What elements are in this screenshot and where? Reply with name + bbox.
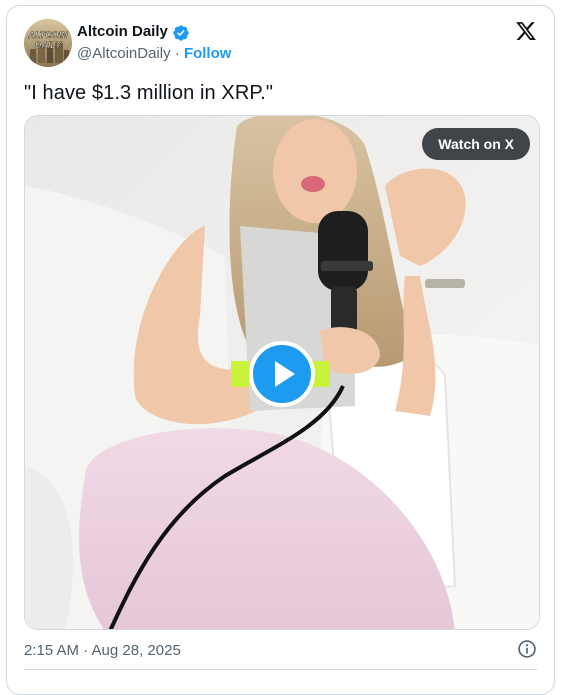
avatar-image: ALTCOIN DAILY: [24, 19, 72, 67]
x-logo-icon[interactable]: [515, 20, 537, 42]
svg-text:DAILY: DAILY: [35, 40, 62, 50]
tweet-text: "I have $1.3 million in XRP.": [24, 82, 274, 104]
play-icon: [275, 361, 295, 387]
divider: [24, 669, 537, 670]
watch-on-x-button[interactable]: Watch on X: [422, 128, 530, 160]
separator-dot: ·: [174, 45, 180, 62]
tweet-card[interactable]: ALTCOIN DAILY Altcoin Daily @AltcoinDail…: [6, 5, 555, 695]
avatar[interactable]: ALTCOIN DAILY: [24, 19, 72, 67]
follow-button[interactable]: Follow: [184, 45, 232, 62]
author-name[interactable]: Altcoin Daily: [77, 23, 168, 40]
play-button[interactable]: [249, 341, 315, 407]
svg-text:ALTCOIN: ALTCOIN: [27, 30, 68, 40]
video-media[interactable]: Watch on X: [24, 115, 540, 630]
verified-badge-icon: [173, 25, 189, 41]
info-icon[interactable]: [517, 639, 537, 659]
handle-row: @AltcoinDaily · Follow: [77, 45, 231, 62]
author-handle[interactable]: @AltcoinDaily: [77, 45, 171, 62]
tweet-timestamp[interactable]: 2:15 AM · Aug 28, 2025: [24, 642, 181, 659]
